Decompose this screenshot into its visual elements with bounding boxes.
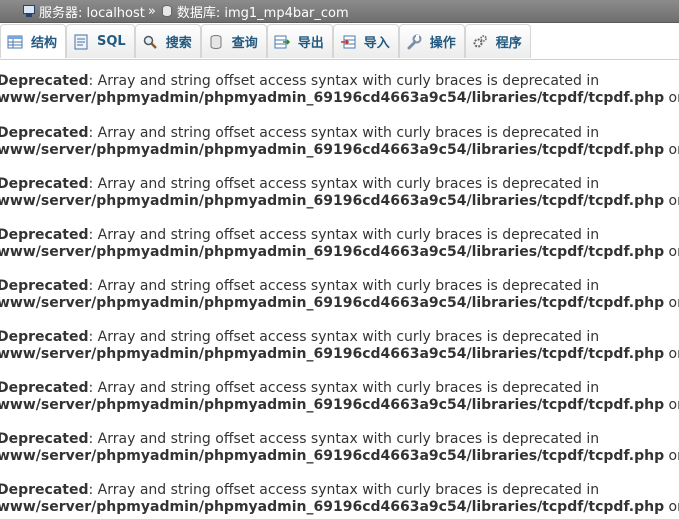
sql-icon xyxy=(73,34,89,50)
tab-query-label: 查询 xyxy=(231,36,258,51)
message-item: Deprecated: Array and string offset acce… xyxy=(0,162,679,213)
message-level: Deprecated xyxy=(0,73,89,89)
message-file-path: www/server/phpmyadmin/phpmyadmin_69196cd… xyxy=(0,397,665,413)
message-item: Deprecated: Array and string offset acce… xyxy=(0,468,679,519)
message-text: : Array and string offset access syntax … xyxy=(88,482,600,498)
breadcrumb-database-link[interactable]: 数据库: img1_mp4bar_com xyxy=(177,2,349,21)
message-line-1: Deprecated: Array and string offset acce… xyxy=(0,176,679,193)
message-level: Deprecated xyxy=(0,482,89,498)
message-line-2: www/server/phpmyadmin/phpmyadmin_69196cd… xyxy=(0,346,679,363)
message-line-1: Deprecated: Array and string offset acce… xyxy=(0,431,679,448)
message-file-path: www/server/phpmyadmin/phpmyadmin_69196cd… xyxy=(0,244,665,260)
tab-import[interactable]: 导入 xyxy=(332,24,399,58)
message-on-line: on line xyxy=(668,142,679,158)
tab-operations-label: 操作 xyxy=(429,36,456,51)
message-level: Deprecated xyxy=(0,329,89,345)
message-file-path: www/server/phpmyadmin/phpmyadmin_69196cd… xyxy=(0,90,665,106)
message-file-path: www/server/phpmyadmin/phpmyadmin_69196cd… xyxy=(0,193,665,209)
message-text: : Array and string offset access syntax … xyxy=(88,73,600,89)
message-level: Deprecated xyxy=(0,227,89,243)
message-level: Deprecated xyxy=(0,278,89,294)
tab-routines[interactable]: 程序 xyxy=(464,24,531,58)
tab-export[interactable]: 导出 xyxy=(266,24,333,58)
message-item: Deprecated: Array and string offset acce… xyxy=(0,60,679,111)
tab-sql-label: SQL xyxy=(97,34,126,49)
operations-icon xyxy=(406,34,422,50)
message-item: Deprecated: Array and string offset acce… xyxy=(0,315,679,366)
message-line-2: www/server/phpmyadmin/phpmyadmin_69196cd… xyxy=(0,295,679,312)
message-on-line: on line xyxy=(668,448,679,464)
tab-structure[interactable]: 结构 xyxy=(0,24,67,58)
message-text: : Array and string offset access syntax … xyxy=(88,227,600,243)
routines-icon xyxy=(472,34,488,50)
message-on-line: on line xyxy=(668,244,679,260)
message-text: : Array and string offset access syntax … xyxy=(88,431,600,447)
breadcrumb: 服务器: localhost » 数据库: img1_mp4bar_com xyxy=(0,0,679,23)
message-item: Deprecated: Array and string offset acce… xyxy=(0,264,679,315)
message-on-line: on line xyxy=(668,90,679,106)
message-on-line: on line xyxy=(668,295,679,311)
search-icon xyxy=(142,34,158,50)
message-line-1: Deprecated: Array and string offset acce… xyxy=(0,125,679,142)
breadcrumb-server-link[interactable]: 服务器: localhost xyxy=(39,2,145,21)
message-on-line: on line xyxy=(668,397,679,413)
message-line-1: Deprecated: Array and string offset acce… xyxy=(0,227,679,244)
tab-import-label: 导入 xyxy=(363,36,390,51)
message-item: Deprecated: Array and string offset acce… xyxy=(0,213,679,264)
message-line-2: www/server/phpmyadmin/phpmyadmin_69196cd… xyxy=(0,448,679,465)
message-on-line: on line xyxy=(668,346,679,362)
message-item: Deprecated: Array and string offset acce… xyxy=(0,111,679,162)
message-line-1: Deprecated: Array and string offset acce… xyxy=(0,73,679,90)
message-line-2: www/server/phpmyadmin/phpmyadmin_69196cd… xyxy=(0,193,679,210)
query-icon xyxy=(208,34,224,50)
tab-sql[interactable]: SQL xyxy=(66,24,135,58)
message-file-path: www/server/phpmyadmin/phpmyadmin_69196cd… xyxy=(0,295,665,311)
message-line-2: www/server/phpmyadmin/phpmyadmin_69196cd… xyxy=(0,90,679,107)
message-text: : Array and string offset access syntax … xyxy=(88,380,600,396)
message-level: Deprecated xyxy=(0,431,89,447)
message-text: : Array and string offset access syntax … xyxy=(88,278,600,294)
tab-bar: 结构 SQL 搜索 查询 导出 导入 操作 程序 xyxy=(0,23,679,60)
export-icon xyxy=(274,34,290,50)
tab-structure-label: 结构 xyxy=(31,36,58,51)
page: 服务器: localhost » 数据库: img1_mp4bar_com 结构… xyxy=(0,0,679,519)
structure-icon xyxy=(7,34,23,50)
breadcrumb-separator: » xyxy=(147,3,156,19)
tab-operations[interactable]: 操作 xyxy=(398,24,465,58)
message-line-1: Deprecated: Array and string offset acce… xyxy=(0,380,679,397)
tab-routines-label: 程序 xyxy=(495,36,522,51)
tab-search[interactable]: 搜索 xyxy=(134,24,201,58)
message-on-line: on line xyxy=(668,499,679,515)
message-file-path: www/server/phpmyadmin/phpmyadmin_69196cd… xyxy=(0,142,665,158)
tab-export-label: 导出 xyxy=(297,36,324,51)
message-text: : Array and string offset access syntax … xyxy=(88,176,600,192)
message-item: Deprecated: Array and string offset acce… xyxy=(0,417,679,468)
message-line-2: www/server/phpmyadmin/phpmyadmin_69196cd… xyxy=(0,499,679,516)
message-level: Deprecated xyxy=(0,380,89,396)
tab-search-label: 搜索 xyxy=(165,36,192,51)
message-item: Deprecated: Array and string offset acce… xyxy=(0,366,679,417)
message-line-1: Deprecated: Array and string offset acce… xyxy=(0,278,679,295)
message-file-path: www/server/phpmyadmin/phpmyadmin_69196cd… xyxy=(0,448,665,464)
message-text: : Array and string offset access syntax … xyxy=(88,329,600,345)
message-level: Deprecated xyxy=(0,125,89,141)
message-file-path: www/server/phpmyadmin/phpmyadmin_69196cd… xyxy=(0,499,665,515)
message-on-line: on line xyxy=(668,193,679,209)
tab-query[interactable]: 查询 xyxy=(200,24,267,58)
message-level: Deprecated xyxy=(0,176,89,192)
message-line-1: Deprecated: Array and string offset acce… xyxy=(0,482,679,499)
message-line-2: www/server/phpmyadmin/phpmyadmin_69196cd… xyxy=(0,142,679,159)
server-icon xyxy=(22,4,36,18)
message-file-path: www/server/phpmyadmin/phpmyadmin_69196cd… xyxy=(0,346,665,362)
import-icon xyxy=(340,34,356,50)
message-list: Deprecated: Array and string offset acce… xyxy=(0,60,679,519)
message-line-2: www/server/phpmyadmin/phpmyadmin_69196cd… xyxy=(0,397,679,414)
database-icon xyxy=(160,4,174,18)
message-text: : Array and string offset access syntax … xyxy=(88,125,600,141)
message-line-1: Deprecated: Array and string offset acce… xyxy=(0,329,679,346)
message-line-2: www/server/phpmyadmin/phpmyadmin_69196cd… xyxy=(0,244,679,261)
